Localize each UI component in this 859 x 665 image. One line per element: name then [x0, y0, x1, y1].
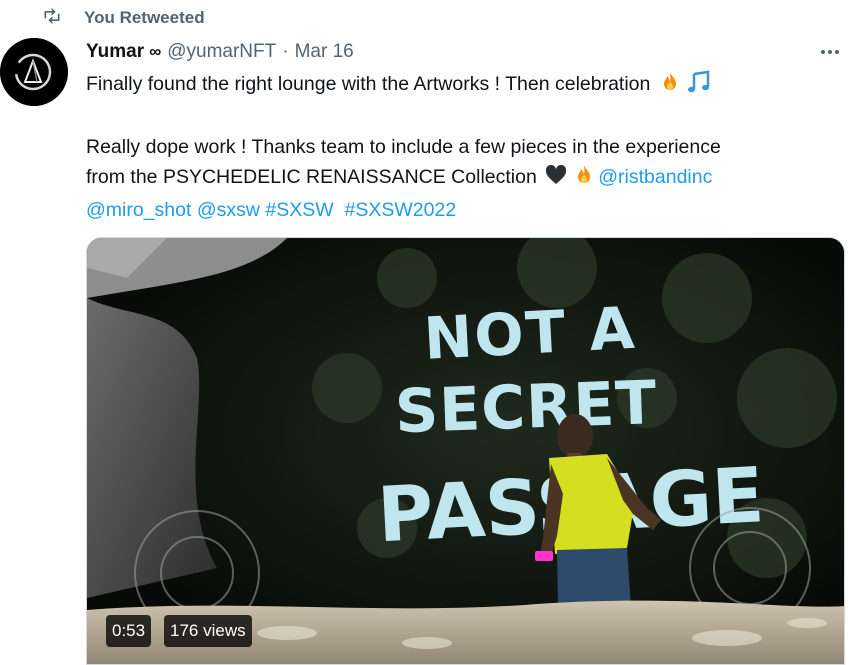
infinity-symbol: ∞ — [149, 42, 162, 61]
retweet-icon — [42, 6, 62, 31]
hashtag-sxsw2022[interactable]: #SXSW2022 — [345, 199, 457, 221]
black-heart-emoji-icon — [544, 163, 568, 197]
video-views-badge: 176 views — [164, 615, 252, 647]
more-dot — [828, 50, 832, 54]
tweet-line-1: Finally found the right lounge with the … — [86, 70, 856, 104]
fire-emoji-icon — [658, 70, 682, 104]
music-notes-emoji-icon — [686, 70, 712, 104]
mention-miro-shot[interactable]: @miro_shot — [86, 199, 191, 221]
fire-emoji-icon — [572, 163, 596, 197]
tweet-text-segment: from the PSYCHEDELIC RENAISSANCE Collect… — [86, 165, 537, 188]
tweet-line-2: Really dope work ! Thanks team to includ… — [86, 136, 721, 158]
hashtag-sxsw[interactable]: #SXSW — [265, 199, 333, 221]
more-dot — [835, 50, 839, 54]
tweet-date[interactable]: Mar 16 — [295, 41, 354, 63]
tweet-line-3: from the PSYCHEDELIC RENAISSANCE Collect… — [86, 163, 856, 197]
avatar[interactable] — [0, 38, 68, 106]
mention-ristbandinc[interactable]: @ristbandinc — [598, 166, 712, 188]
separator-dot: · — [282, 41, 289, 62]
tweet-header: Yumar ∞ @yumarNFT · Mar 16 — [86, 38, 354, 66]
video-duration-badge: 0:53 — [106, 615, 152, 647]
more-options-button[interactable] — [812, 42, 848, 62]
scene-text: NOT A — [422, 294, 638, 373]
more-dot — [821, 50, 825, 54]
tweet-text-segment: Finally found the right lounge with the … — [86, 73, 651, 95]
video-player[interactable]: NOT A SECRET PASSAGE 0:53 176 views — [86, 237, 845, 665]
retweet-label: You Retweeted — [84, 8, 205, 27]
author-handle[interactable]: @yumarNFT — [167, 41, 276, 63]
author-name[interactable]: Yumar — [86, 41, 144, 63]
mention-sxsw[interactable]: @sxsw — [197, 199, 260, 221]
retweet-context[interactable]: You Retweeted — [42, 6, 205, 30]
video-frame: NOT A SECRET PASSAGE — [87, 238, 844, 664]
tweet-line-4: @miro_shot @sxsw #SXSW #SXSW2022 — [86, 196, 856, 226]
tweet-text: Finally found the right lounge with the … — [86, 70, 856, 226]
scene-text: SECRET — [394, 368, 659, 447]
